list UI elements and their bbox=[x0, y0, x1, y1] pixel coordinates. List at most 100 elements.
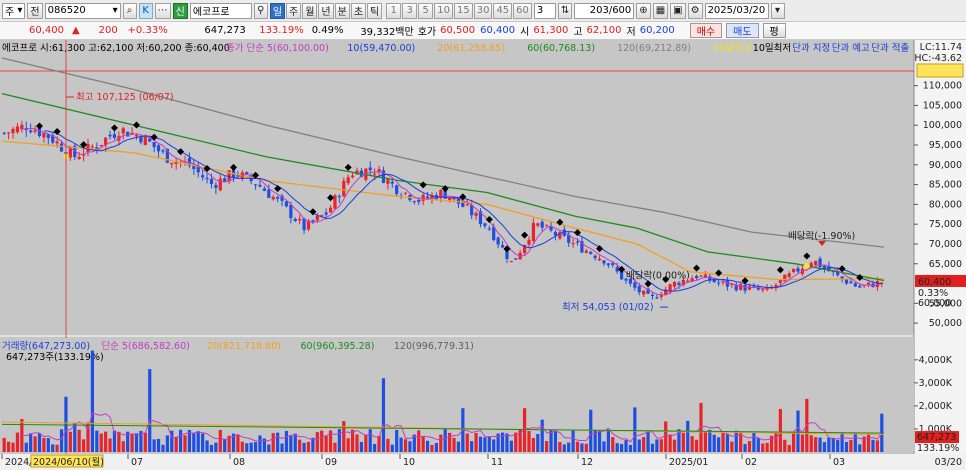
period-button-0[interactable]: 일 bbox=[269, 2, 286, 19]
volume-bar bbox=[104, 431, 108, 452]
k-button[interactable]: K bbox=[138, 2, 153, 19]
volume-bar bbox=[381, 378, 386, 452]
candle-body bbox=[134, 135, 139, 137]
x-tick-label: 09 bbox=[325, 457, 337, 468]
candle-body bbox=[461, 202, 465, 207]
quote-bar: 60,400 ▲ 200 +0.33% 647,273 133.19% 0.49… bbox=[0, 22, 966, 40]
volume-bar bbox=[527, 431, 531, 452]
volume-bar bbox=[355, 434, 359, 452]
volume-bar bbox=[214, 442, 218, 452]
change-rate: +0.33% bbox=[127, 25, 168, 36]
candle-body bbox=[293, 219, 297, 222]
candle-body bbox=[284, 201, 289, 207]
period-button-2[interactable]: 월 bbox=[302, 2, 318, 19]
volume-bar bbox=[320, 430, 324, 452]
minute-button-3[interactable]: 3 bbox=[402, 2, 418, 19]
volume-bar bbox=[161, 444, 165, 452]
candle-body bbox=[161, 150, 165, 152]
trade-amount: 39,332백만 bbox=[360, 27, 414, 38]
eval-button[interactable]: 평 bbox=[762, 23, 786, 38]
high-label: 고 bbox=[573, 27, 583, 38]
volume-bar bbox=[29, 433, 33, 452]
candle-body bbox=[15, 126, 20, 133]
sell-button[interactable]: 매도 bbox=[726, 23, 759, 38]
volume-bar bbox=[364, 434, 368, 452]
count-field[interactable]: 203/600 bbox=[574, 2, 635, 19]
legend-item-7: 단과 지정 bbox=[792, 43, 830, 54]
buy-button[interactable]: 매수 bbox=[689, 23, 723, 38]
volume-bar bbox=[575, 441, 580, 452]
volume-bar bbox=[390, 444, 394, 452]
volume-bar bbox=[756, 438, 760, 452]
settings-icon[interactable]: ⚙ bbox=[687, 2, 703, 19]
pin-icon[interactable]: ⚲ bbox=[253, 2, 268, 19]
market-type-select[interactable]: 주 ▾ bbox=[2, 2, 26, 19]
volume-bar bbox=[470, 441, 474, 452]
market-type-value: 주 bbox=[5, 7, 15, 18]
candle-body bbox=[59, 143, 64, 152]
candle-body bbox=[390, 181, 394, 184]
market-mode-button[interactable]: 전 bbox=[27, 2, 43, 19]
period-button-5[interactable]: 초 bbox=[350, 2, 367, 19]
volume-bar bbox=[487, 436, 491, 452]
chart-area[interactable]: 110,000 105,000 100,000 95,000 90,000 85,000 8… bbox=[0, 40, 966, 470]
minute-button-15[interactable]: 15 bbox=[453, 2, 473, 19]
x-cursor-label: 2024/06/10(월) bbox=[33, 456, 104, 468]
candle-body bbox=[350, 175, 355, 178]
stock-code-input[interactable]: 086520 ▾ bbox=[44, 2, 121, 19]
volume-bar bbox=[148, 369, 152, 452]
minute-button-10[interactable]: 10 bbox=[434, 2, 453, 19]
candle-body bbox=[849, 281, 853, 284]
volume-bar bbox=[205, 440, 209, 452]
volume-bar bbox=[434, 442, 438, 452]
turnover-rate: 0.49% bbox=[311, 25, 344, 36]
date-input[interactable]: 2025/03/20 bbox=[704, 2, 769, 19]
legend-item-6: 10일최저 bbox=[753, 43, 791, 54]
volume-bar bbox=[174, 437, 178, 452]
bid-price: 60,400 bbox=[480, 25, 516, 36]
volume-bar bbox=[668, 434, 672, 452]
volume-bar bbox=[46, 438, 50, 452]
search-icon[interactable]: ⌕ bbox=[122, 2, 137, 19]
chart-svg[interactable]: 110,000 105,000 100,000 95,000 90,000 85,000 8… bbox=[0, 40, 966, 470]
volume-ratio: 133.19% bbox=[259, 25, 304, 36]
candle-body bbox=[465, 204, 469, 206]
more-icon[interactable]: ⋯ bbox=[154, 2, 171, 19]
volume-bar bbox=[359, 441, 364, 452]
candle-body bbox=[606, 263, 610, 266]
minute-button-30[interactable]: 30 bbox=[473, 2, 493, 19]
period-button-3[interactable]: 년 bbox=[318, 2, 334, 19]
volume-bar bbox=[796, 410, 800, 452]
volume-bar bbox=[51, 444, 55, 452]
candle-body bbox=[337, 196, 341, 198]
count-value: 203 bbox=[589, 5, 609, 16]
volume-bar bbox=[134, 433, 139, 452]
minute-button-1[interactable]: 1 bbox=[386, 2, 402, 19]
volume-bar bbox=[258, 435, 262, 452]
period-button-6[interactable]: 틱 bbox=[367, 2, 383, 19]
volume-bar bbox=[55, 444, 59, 452]
price-tick-label: 100,000 bbox=[923, 120, 962, 131]
volume-bar bbox=[637, 439, 641, 452]
volume-bar bbox=[64, 396, 68, 452]
price-tick-label: 85,000 bbox=[929, 180, 962, 191]
period-button-1[interactable]: 주 bbox=[286, 2, 302, 19]
grid-icon[interactable]: ▦ bbox=[652, 2, 669, 19]
minute-button-5[interactable]: 5 bbox=[418, 2, 434, 19]
minute-button-45[interactable]: 45 bbox=[493, 2, 513, 19]
candle-body bbox=[333, 195, 337, 209]
calendar-icon[interactable]: ▾ bbox=[770, 2, 785, 19]
candle-body bbox=[655, 297, 659, 299]
volume-bar bbox=[478, 436, 483, 452]
volume-bar bbox=[15, 432, 20, 452]
save-icon[interactable]: ▣ bbox=[670, 2, 686, 19]
zoom-in-icon[interactable]: ⊕ bbox=[636, 2, 651, 19]
custom-minute-input[interactable]: 3 bbox=[533, 2, 556, 19]
x-end-label: 03/20 bbox=[935, 457, 962, 468]
spin-icon[interactable]: ⇅ bbox=[557, 2, 573, 19]
current-price: 60,400 bbox=[29, 25, 64, 36]
volume-bar bbox=[271, 433, 275, 452]
minute-button-60[interactable]: 60 bbox=[513, 2, 532, 19]
candle-body bbox=[783, 274, 787, 282]
period-button-4[interactable]: 분 bbox=[334, 2, 350, 19]
